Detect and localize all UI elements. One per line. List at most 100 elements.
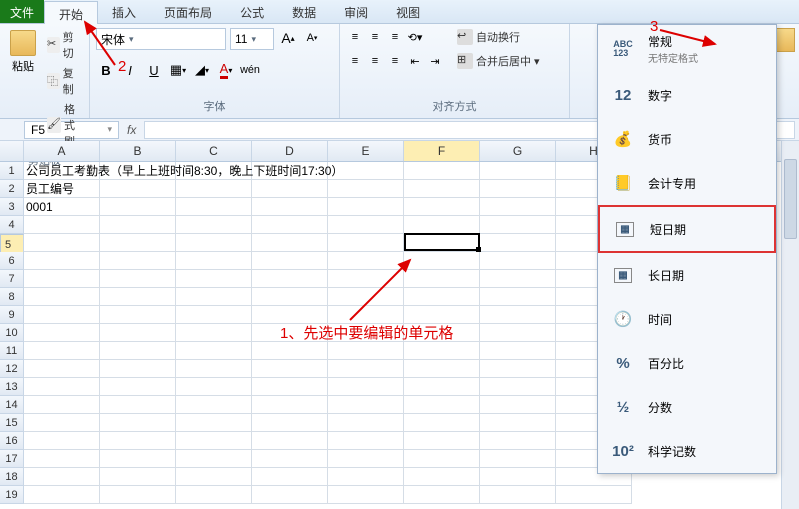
cell[interactable]	[328, 198, 404, 216]
cell[interactable]	[100, 252, 176, 270]
cell[interactable]	[176, 342, 252, 360]
cell[interactable]	[480, 360, 556, 378]
cell[interactable]	[328, 414, 404, 432]
font-color-button[interactable]: A▾	[216, 60, 236, 80]
bold-button[interactable]: B	[96, 60, 116, 80]
cell[interactable]	[24, 342, 100, 360]
tab-data[interactable]: 数据	[278, 0, 330, 23]
row-14[interactable]: 14	[0, 396, 24, 414]
cell[interactable]	[404, 252, 480, 270]
cell[interactable]: 员工编号	[24, 180, 100, 198]
font-name-select[interactable]: 宋体▾	[96, 28, 226, 50]
numfmt-时间[interactable]: 🕐时间	[598, 297, 776, 341]
cell[interactable]	[24, 486, 100, 504]
row-19[interactable]: 19	[0, 486, 24, 504]
numfmt-分数[interactable]: ½分数	[598, 385, 776, 429]
cell[interactable]	[328, 180, 404, 198]
cell[interactable]	[100, 468, 176, 486]
cell[interactable]	[176, 468, 252, 486]
cell[interactable]	[480, 234, 556, 252]
indent-increase-button[interactable]: ⇥	[426, 52, 444, 70]
cell[interactable]	[480, 180, 556, 198]
cell[interactable]	[252, 468, 328, 486]
col-C[interactable]: C	[176, 141, 252, 161]
cell[interactable]	[100, 216, 176, 234]
decrease-font-button[interactable]: A▾	[302, 28, 322, 48]
cell[interactable]	[100, 180, 176, 198]
row-6[interactable]: 6	[0, 252, 24, 270]
cell[interactable]	[252, 486, 328, 504]
cell[interactable]	[328, 396, 404, 414]
select-all-corner[interactable]	[0, 141, 24, 161]
cell[interactable]	[480, 306, 556, 324]
numfmt-常规[interactable]: ABC123常规无特定格式	[598, 25, 776, 73]
row-12[interactable]: 12	[0, 360, 24, 378]
cell[interactable]	[176, 234, 252, 252]
border-button[interactable]: ▦▾	[168, 60, 188, 80]
cell[interactable]	[252, 342, 328, 360]
row-3[interactable]: 3	[0, 198, 24, 216]
cell[interactable]	[404, 450, 480, 468]
cell[interactable]	[176, 414, 252, 432]
cell[interactable]	[100, 450, 176, 468]
cell[interactable]	[252, 324, 328, 342]
cell[interactable]	[252, 234, 328, 252]
row-2[interactable]: 2	[0, 180, 24, 198]
cell[interactable]	[480, 270, 556, 288]
cell[interactable]	[404, 324, 480, 342]
vertical-scrollbar[interactable]	[781, 141, 799, 509]
align-middle-button[interactable]: ≡	[366, 28, 384, 46]
row-7[interactable]: 7	[0, 270, 24, 288]
cell[interactable]	[480, 216, 556, 234]
cell[interactable]	[176, 288, 252, 306]
row-9[interactable]: 9	[0, 306, 24, 324]
cell[interactable]	[24, 450, 100, 468]
cell[interactable]	[176, 306, 252, 324]
cell[interactable]	[252, 450, 328, 468]
cell[interactable]	[176, 216, 252, 234]
cell[interactable]	[328, 234, 404, 252]
cell[interactable]	[328, 450, 404, 468]
cell[interactable]	[404, 198, 480, 216]
cell[interactable]	[252, 396, 328, 414]
cell[interactable]	[176, 486, 252, 504]
cell[interactable]	[24, 306, 100, 324]
cell[interactable]	[176, 450, 252, 468]
cell[interactable]	[24, 216, 100, 234]
cell[interactable]	[24, 270, 100, 288]
cell[interactable]	[328, 252, 404, 270]
cell[interactable]	[100, 432, 176, 450]
cell[interactable]	[24, 324, 100, 342]
cell[interactable]	[100, 198, 176, 216]
cell[interactable]	[100, 486, 176, 504]
cell[interactable]	[480, 432, 556, 450]
cell[interactable]	[480, 324, 556, 342]
align-center-button[interactable]: ≡	[366, 52, 384, 70]
col-B[interactable]: B	[100, 141, 176, 161]
cell[interactable]	[328, 270, 404, 288]
cell[interactable]	[176, 396, 252, 414]
cell[interactable]	[100, 396, 176, 414]
cell[interactable]	[24, 378, 100, 396]
cell[interactable]	[404, 486, 480, 504]
cell[interactable]	[404, 342, 480, 360]
cell[interactable]	[480, 252, 556, 270]
cell[interactable]	[100, 360, 176, 378]
cell[interactable]	[328, 324, 404, 342]
numfmt-长日期[interactable]: ▦长日期	[598, 253, 776, 297]
cell[interactable]	[480, 396, 556, 414]
cell[interactable]	[328, 288, 404, 306]
tab-file[interactable]: 文件	[0, 0, 44, 23]
row-1[interactable]: 1	[0, 162, 24, 180]
cell[interactable]	[328, 306, 404, 324]
cell[interactable]	[100, 342, 176, 360]
cell[interactable]	[480, 378, 556, 396]
numfmt-科学记数[interactable]: 10²科学记数	[598, 429, 776, 473]
cell[interactable]	[176, 252, 252, 270]
copy-button[interactable]: ⿻复制	[44, 64, 83, 98]
cell[interactable]	[328, 378, 404, 396]
cell[interactable]	[24, 414, 100, 432]
cut-button[interactable]: ✂剪切	[44, 28, 83, 62]
cell[interactable]	[252, 432, 328, 450]
align-right-button[interactable]: ≡	[386, 52, 404, 70]
